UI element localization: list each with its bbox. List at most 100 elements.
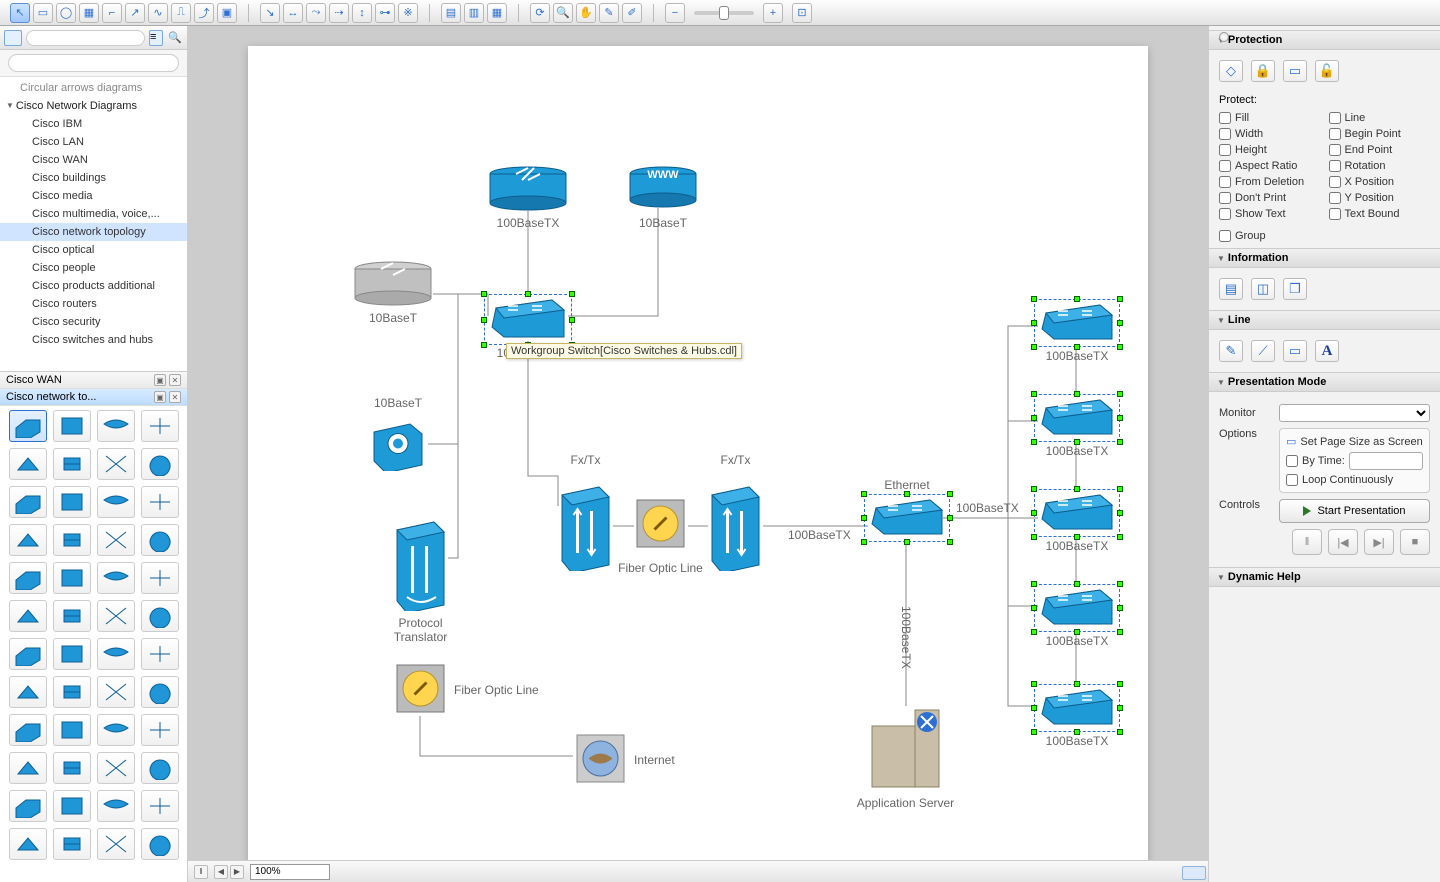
tool-table[interactable]: ▦	[79, 3, 99, 23]
presentation-header[interactable]: Presentation Mode	[1209, 372, 1440, 392]
tree-item[interactable]: Cisco routers	[0, 295, 187, 313]
protect-icon-3[interactable]: ▭	[1283, 60, 1307, 82]
stencil-item[interactable]	[141, 486, 179, 518]
tool-align-2[interactable]: ▥	[464, 3, 484, 23]
bytime-input[interactable]	[1349, 452, 1423, 470]
protect-option[interactable]: Line	[1329, 112, 1431, 124]
dynamic-help-header[interactable]: Dynamic Help	[1209, 567, 1440, 587]
library-tab[interactable]: Cisco network to...▣✕	[0, 389, 187, 406]
diagram-node-router-blue[interactable]	[488, 166, 568, 211]
next-slide-button[interactable]: ▶|	[1364, 529, 1394, 555]
stencil-item[interactable]	[53, 524, 91, 556]
stencil-item[interactable]	[9, 752, 47, 784]
diagram-node-proto-trans[interactable]	[393, 516, 448, 611]
stencil-item[interactable]	[97, 410, 135, 442]
protection-header[interactable]: Protection	[1209, 30, 1440, 50]
protect-option[interactable]: Show Text	[1219, 208, 1321, 220]
diagram-node-www[interactable]: WWW	[628, 166, 698, 208]
stencil-item[interactable]	[141, 448, 179, 480]
protect-option[interactable]: Aspect Ratio	[1219, 160, 1321, 172]
line-brush-icon[interactable]: ⟋	[1251, 340, 1275, 362]
stop-button[interactable]: ■	[1400, 529, 1430, 555]
stencil-item[interactable]	[97, 562, 135, 594]
stencil-item[interactable]	[141, 524, 179, 556]
tool-arrow-5[interactable]: ↕	[352, 3, 372, 23]
stencil-item[interactable]	[97, 790, 135, 822]
tool-zoom[interactable]: 🔍	[553, 3, 573, 23]
tool-pointer[interactable]: ↖	[10, 3, 30, 23]
protect-icon-4[interactable]: 🔓	[1315, 60, 1339, 82]
tree-item[interactable]: Cisco people	[0, 259, 187, 277]
tool-export[interactable]: ▣	[217, 3, 237, 23]
stencil-item[interactable]	[141, 752, 179, 784]
stencil-item[interactable]	[97, 524, 135, 556]
pause-button[interactable]: ‖	[1292, 529, 1322, 555]
tree-item[interactable]: Cisco switches and hubs	[0, 331, 187, 349]
stencil-item[interactable]	[53, 448, 91, 480]
tool-ellipse[interactable]: ◯	[56, 3, 76, 23]
stencil-item[interactable]	[53, 714, 91, 746]
stencil-item[interactable]	[9, 410, 47, 442]
sb-prev[interactable]: ◀	[214, 865, 228, 879]
tool-conn-4[interactable]: ⎍	[171, 3, 191, 23]
stencil-item[interactable]	[9, 448, 47, 480]
tool-rect[interactable]: ▭	[33, 3, 53, 23]
stencil-item[interactable]	[97, 600, 135, 632]
tool-eyedrop[interactable]: ✎	[599, 3, 619, 23]
protect-lock-icon[interactable]: 🔒	[1251, 60, 1275, 82]
tree-item[interactable]: Cisco multimedia, voice,...	[0, 205, 187, 223]
stencil-item[interactable]	[97, 752, 135, 784]
tool-align-1[interactable]: ▤	[441, 3, 461, 23]
tool-align-3[interactable]: ▦	[487, 3, 507, 23]
start-presentation-button[interactable]: Start Presentation	[1279, 499, 1430, 523]
sb-next[interactable]: ▶	[230, 865, 244, 879]
protect-option[interactable]: Don't Print	[1219, 192, 1321, 204]
tree-item[interactable]: Cisco optical	[0, 241, 187, 259]
diagram-node-router-gray[interactable]	[353, 261, 433, 306]
stencil-item[interactable]	[141, 790, 179, 822]
protect-option[interactable]: Width	[1219, 128, 1321, 140]
stencil-item[interactable]	[141, 676, 179, 708]
tree-item[interactable]: Cisco network topology	[0, 223, 187, 241]
diagram-node-fxtx-1[interactable]	[558, 481, 613, 571]
loop-checkbox[interactable]	[1286, 474, 1298, 486]
diagram-node-internet[interactable]	[573, 731, 628, 786]
monitor-select[interactable]	[1279, 404, 1430, 422]
corner-badge[interactable]	[1182, 866, 1206, 880]
library-search[interactable]	[26, 30, 145, 46]
sb-pause[interactable]: ‖	[194, 865, 208, 879]
stencil-item[interactable]	[97, 448, 135, 480]
stencil-item[interactable]	[53, 828, 91, 860]
tool-arrow-1[interactable]: ↘	[260, 3, 280, 23]
search-icon[interactable]: 🔍	[167, 30, 183, 46]
tree-item[interactable]: Cisco WAN	[0, 151, 187, 169]
diagram-node-app-server[interactable]	[868, 706, 943, 791]
stencil-item[interactable]	[53, 486, 91, 518]
protect-option[interactable]: From Deletion	[1219, 176, 1321, 188]
zoom-slider[interactable]	[694, 11, 754, 15]
zoom-fit-button[interactable]: ⊡	[792, 3, 812, 23]
stencil-item[interactable]	[9, 524, 47, 556]
stencil-item[interactable]	[53, 790, 91, 822]
diagram-node-fiber-2[interactable]	[393, 661, 448, 716]
stencil-item[interactable]	[53, 676, 91, 708]
info-icon-3[interactable]: ❐	[1283, 278, 1307, 300]
tool-arrow-2[interactable]: ↔	[283, 3, 303, 23]
library-tab[interactable]: Cisco WAN▣✕	[0, 372, 187, 389]
stencil-item[interactable]	[97, 828, 135, 860]
stencil-item[interactable]	[97, 714, 135, 746]
prev-slide-button[interactable]: |◀	[1328, 529, 1358, 555]
stencil-item[interactable]	[53, 600, 91, 632]
library-mode-icon[interactable]	[4, 30, 22, 46]
stencil-item[interactable]	[9, 638, 47, 670]
stencil-item[interactable]	[141, 600, 179, 632]
zoom-out-button[interactable]: −	[665, 3, 685, 23]
tool-arrow-4[interactable]: ⇢	[329, 3, 349, 23]
stencil-item[interactable]	[9, 486, 47, 518]
diagram-node-fiber-1[interactable]	[633, 496, 688, 551]
protect-option[interactable]: X Position	[1329, 176, 1431, 188]
stencil-item[interactable]	[9, 676, 47, 708]
stencil-item[interactable]	[53, 638, 91, 670]
stencil-item[interactable]	[9, 714, 47, 746]
diagram-canvas[interactable]: 100BaseTXWWW10BaseT10BaseT100BaseTX10Bas…	[248, 46, 1148, 860]
